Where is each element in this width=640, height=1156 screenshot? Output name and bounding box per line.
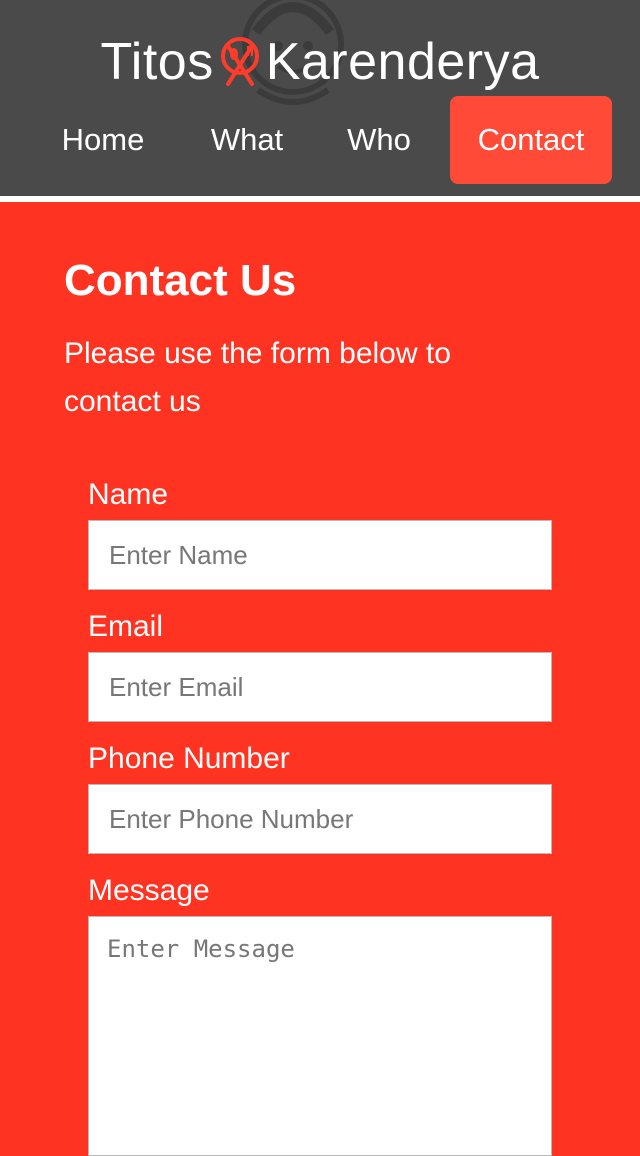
nav-who[interactable]: Who — [316, 96, 442, 184]
phone-input[interactable] — [88, 784, 552, 854]
contact-section: Contact Us Please use the form below to … — [0, 202, 640, 1156]
site-header: Titos Karenderya Home What Who Contact — [0, 0, 640, 196]
name-label: Name — [88, 478, 169, 511]
page-subtitle: Please use the form below to contact us — [64, 337, 451, 418]
brand-logo[interactable]: Titos Karenderya — [0, 30, 640, 94]
name-input[interactable] — [88, 520, 552, 590]
main-nav: Home What Who Contact — [28, 96, 612, 184]
message-label: Message — [88, 874, 210, 907]
message-textarea[interactable] — [88, 916, 552, 1156]
email-input[interactable] — [88, 652, 552, 722]
email-label: Email — [88, 610, 164, 643]
fork-spoon-icon — [220, 37, 259, 86]
nav-home[interactable]: Home — [28, 96, 178, 184]
nav-what[interactable]: What — [178, 96, 316, 184]
phone-label: Phone Number — [88, 742, 290, 775]
brand-name-left: Titos — [100, 33, 214, 91]
nav-contact[interactable]: Contact — [450, 96, 612, 184]
page-title: Contact Us — [64, 256, 297, 305]
brand-name-right: Karenderya — [265, 33, 540, 91]
